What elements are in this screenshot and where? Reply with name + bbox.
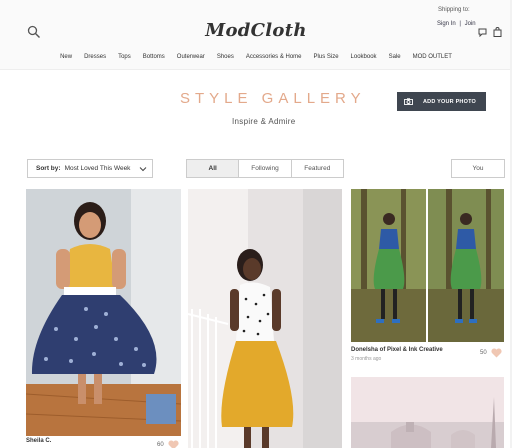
shopping-bag-icon[interactable]: [493, 27, 502, 37]
nav-item-lookbook[interactable]: Lookbook: [345, 54, 383, 60]
heart-icon[interactable]: [168, 440, 179, 448]
card-3-likes[interactable]: 50: [480, 348, 502, 358]
photo-building: [351, 377, 504, 448]
add-photo-label: ADD YOUR PHOTO: [423, 98, 477, 105]
filter-tabs: All Following Featured: [186, 159, 344, 178]
nav-item-accessories-home[interactable]: Accessories & Home: [240, 54, 308, 60]
photo-woman-yellow-top: [26, 189, 181, 436]
tab-following[interactable]: Following: [239, 160, 292, 177]
nav-item-new[interactable]: New: [54, 54, 78, 60]
card-3-username[interactable]: Donelsha of Pixel & Ink Creative: [351, 347, 443, 353]
tab-you[interactable]: You: [451, 159, 505, 178]
gallery-photo-1[interactable]: [26, 189, 181, 436]
camera-icon: [404, 98, 413, 105]
gallery-photo-3[interactable]: [351, 189, 504, 342]
nav-item-shoes[interactable]: Shoes: [211, 54, 240, 60]
nav-item-sale[interactable]: Sale: [383, 54, 407, 60]
shipping-to-label[interactable]: Shipping to:: [438, 7, 470, 13]
page-subtitle: Inspire & Admire: [232, 117, 296, 126]
photo-woman-green-dress: [351, 189, 504, 342]
photo-woman-mustard-skirt: [188, 189, 342, 448]
sort-label: Sort by:: [36, 165, 61, 172]
card-1-username[interactable]: Sheila C.: [26, 438, 51, 444]
nav-item-outerwear[interactable]: Outerwear: [171, 54, 211, 60]
nav-item-dresses[interactable]: Dresses: [78, 54, 112, 60]
gallery-photo-2[interactable]: [188, 189, 342, 448]
add-photo-button[interactable]: ADD YOUR PHOTO: [397, 92, 486, 111]
sign-in-link[interactable]: Sign In: [437, 21, 456, 27]
site-logo[interactable]: ModCloth: [0, 20, 512, 41]
card-3-timestamp: 3 months ago: [351, 356, 382, 362]
sort-value: Most Loved This Week: [64, 165, 131, 172]
join-link[interactable]: Join: [465, 21, 476, 27]
chat-icon[interactable]: [478, 28, 487, 37]
sort-dropdown[interactable]: Sort by: Most Loved This Week: [27, 159, 153, 178]
gallery-photo-4[interactable]: [351, 377, 504, 448]
card-3-like-count: 50: [480, 350, 487, 356]
tab-featured[interactable]: Featured: [292, 160, 343, 177]
heart-icon[interactable]: [491, 348, 502, 358]
nav-item-mod-outlet[interactable]: MOD OUTLET: [407, 54, 458, 60]
nav-item-plus-size[interactable]: Plus Size: [308, 54, 345, 60]
account-links: Sign In | Join: [437, 21, 478, 27]
site-header: ModCloth Shipping to: Sign In | Join New…: [0, 0, 512, 70]
tab-all[interactable]: All: [187, 160, 240, 177]
card-1-like-count: 60: [157, 442, 164, 448]
main-nav: New Dresses Tops Bottoms Outerwear Shoes…: [0, 54, 512, 60]
card-1-likes[interactable]: 60: [157, 440, 179, 448]
page-title: STYLE GALLERY: [180, 90, 366, 107]
account-separator: |: [459, 21, 461, 27]
chevron-down-icon: [139, 167, 147, 172]
nav-item-tops[interactable]: Tops: [112, 54, 137, 60]
nav-item-bottoms[interactable]: Bottoms: [137, 54, 171, 60]
